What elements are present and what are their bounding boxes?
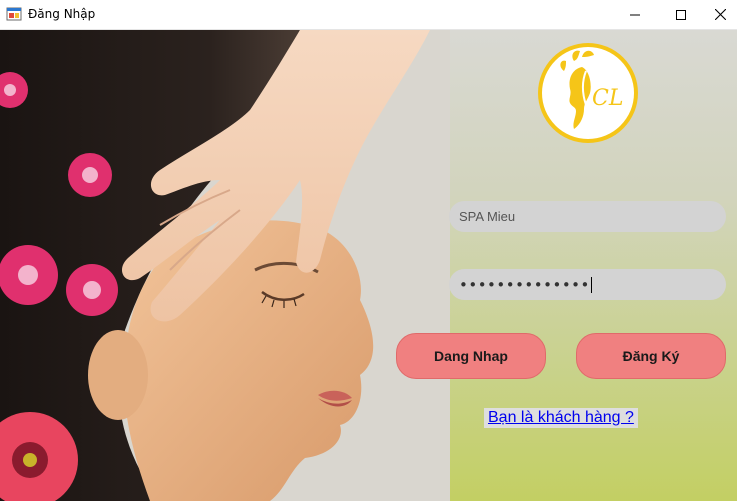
username-value: SPA Mieu	[459, 209, 516, 224]
close-icon	[715, 9, 726, 20]
window-title: Đăng Nhập	[28, 7, 96, 21]
maximize-button[interactable]	[658, 0, 704, 29]
app-icon	[6, 7, 22, 21]
login-form-area: CL SPA Mieu •••••••••••••• Dang Nhap Đăn…	[0, 30, 737, 501]
register-button[interactable]: Đăng Ký	[576, 333, 726, 379]
maximize-icon	[676, 9, 686, 20]
close-button[interactable]	[704, 0, 737, 29]
password-field[interactable]: ••••••••••••••	[449, 269, 726, 300]
text-caret	[590, 276, 592, 293]
password-value: ••••••••••••••	[459, 275, 590, 294]
minimize-button[interactable]	[612, 0, 658, 29]
username-field[interactable]: SPA Mieu	[449, 201, 726, 232]
title-bar: Đăng Nhập	[0, 0, 737, 30]
customer-link[interactable]: Bạn là khách hàng ?	[484, 408, 638, 428]
minimize-icon	[630, 14, 640, 15]
logo-monogram: CL	[592, 86, 623, 111]
spa-logo: CL	[538, 43, 638, 143]
login-button[interactable]: Dang Nhap	[396, 333, 546, 379]
spa-woman-photo	[0, 30, 450, 501]
